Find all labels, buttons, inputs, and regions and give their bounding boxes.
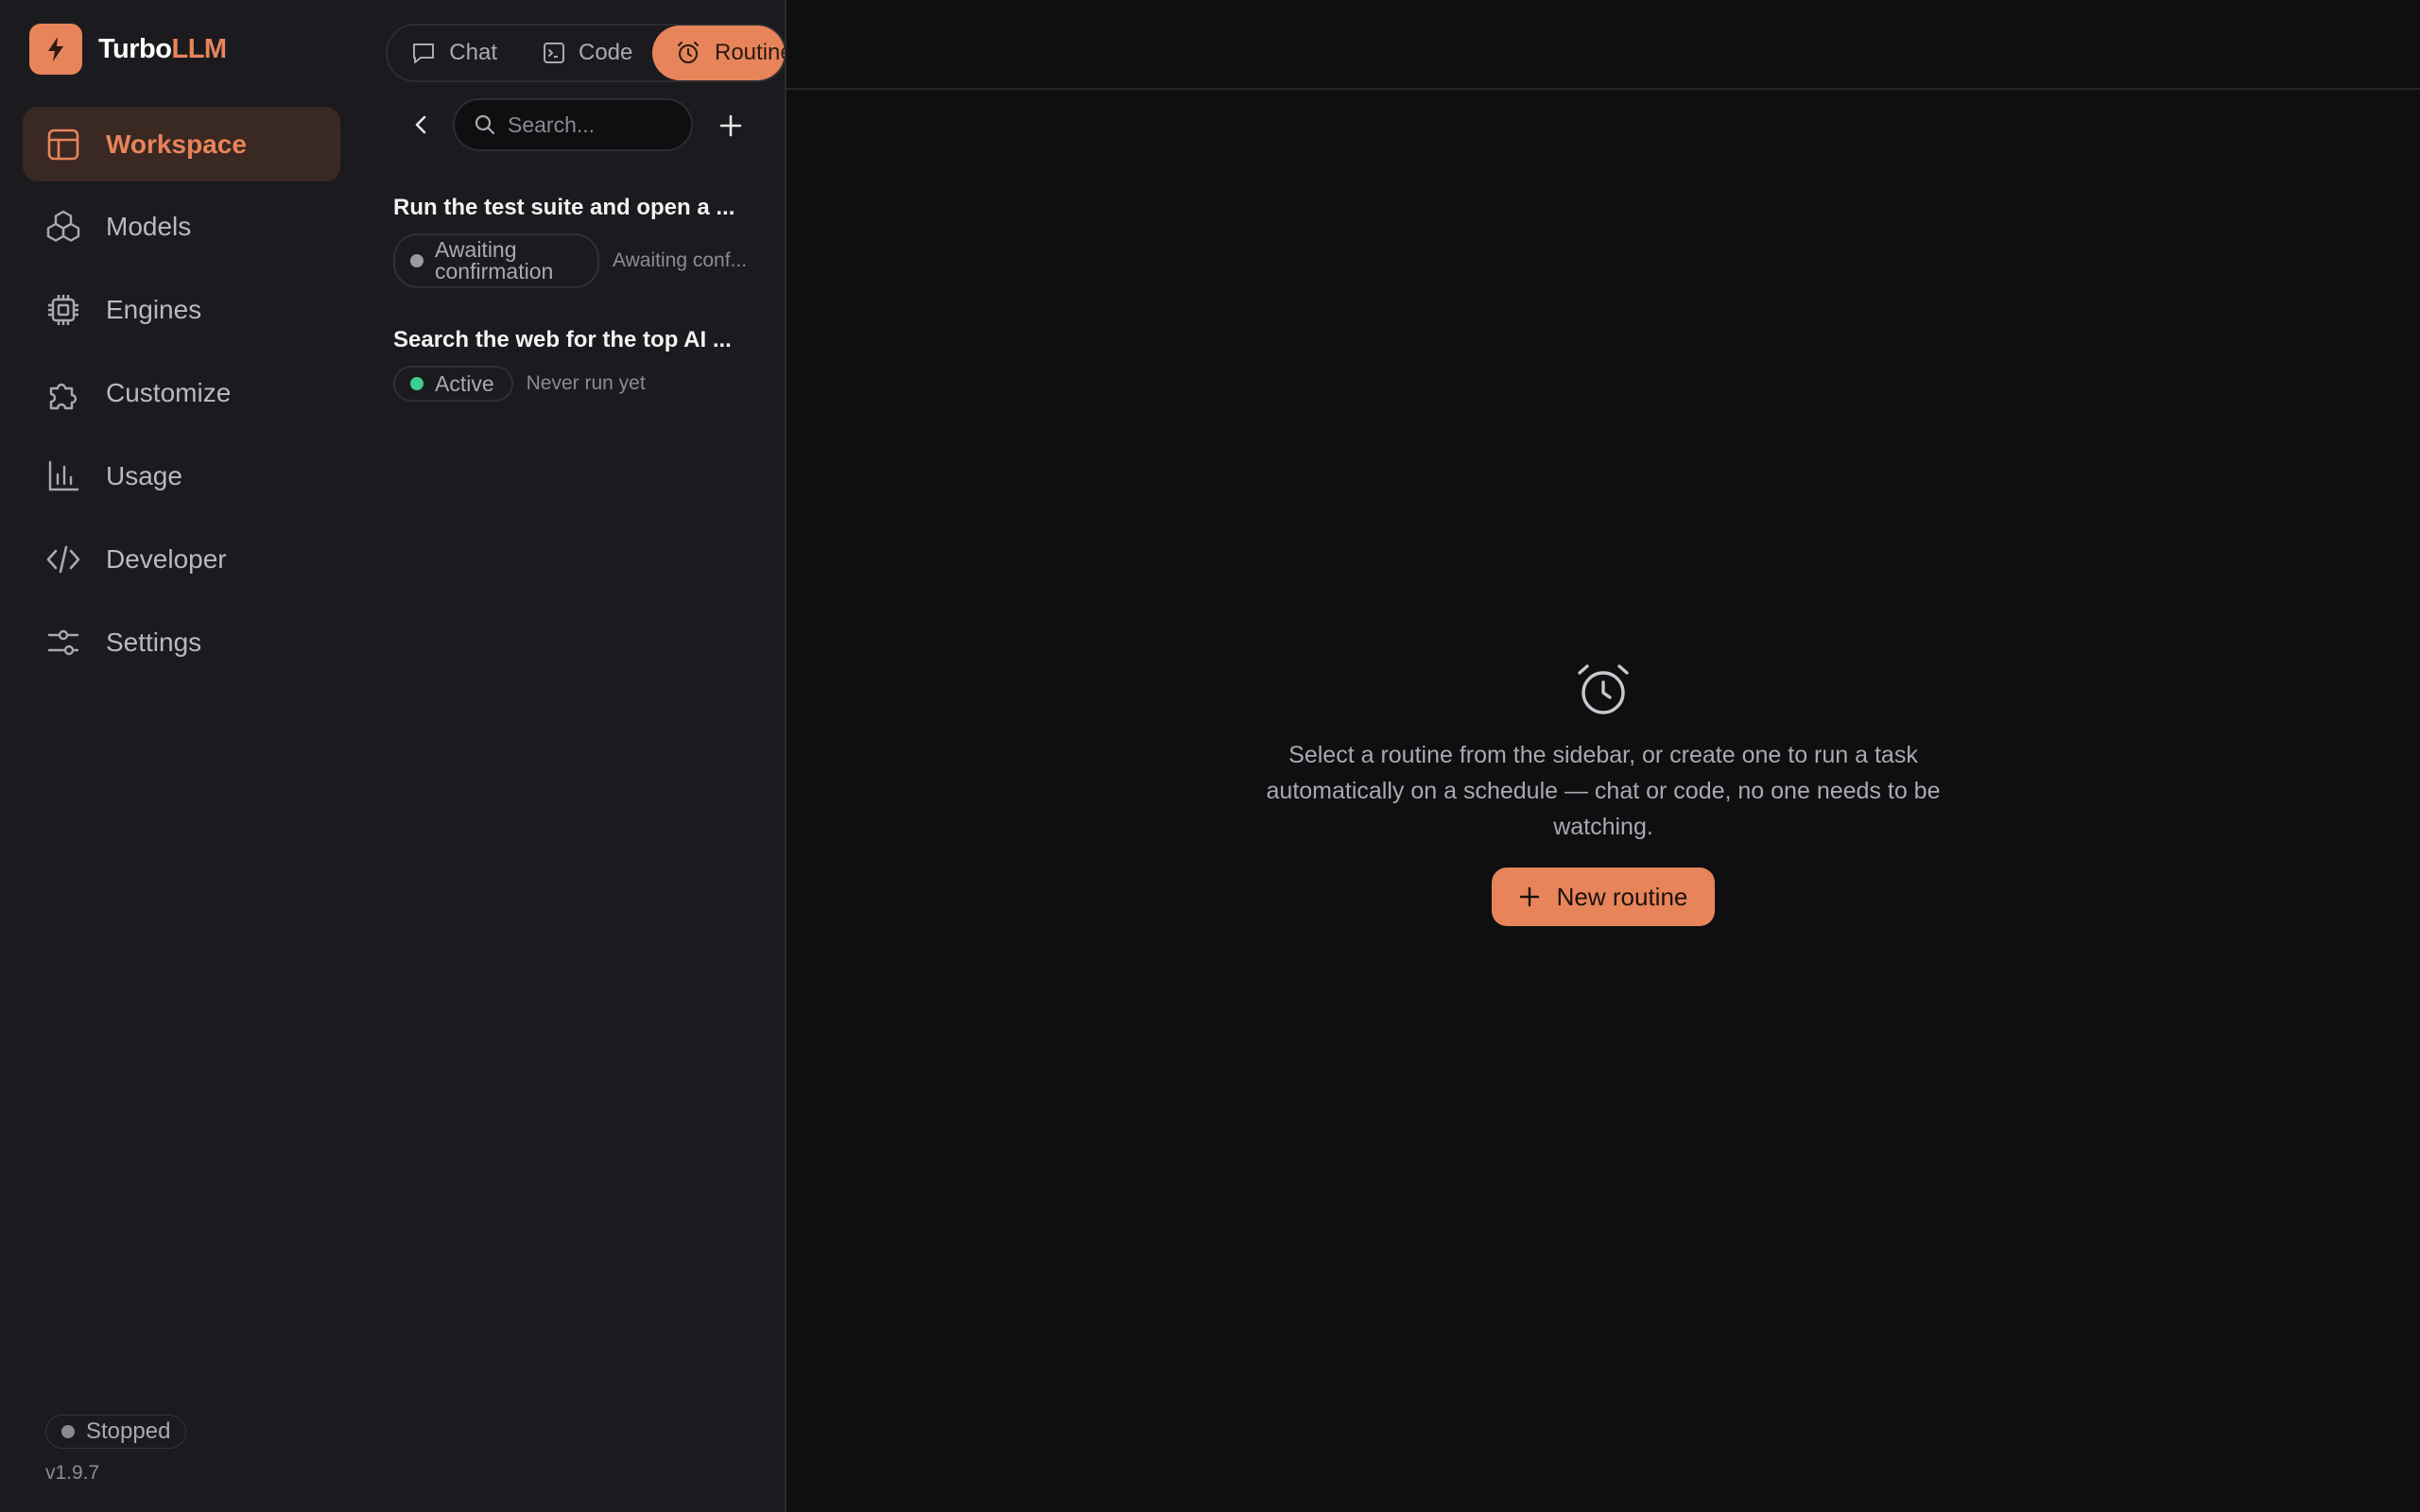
plus-icon xyxy=(1519,886,1540,907)
routine-meta: Awaiting confirmation Awaiting conf... xyxy=(393,233,771,288)
nav-item-developer[interactable]: Developer xyxy=(23,522,340,596)
routine-title: Run the test suite and open a ... xyxy=(393,195,735,220)
tab-routines[interactable]: Routines xyxy=(652,26,785,80)
empty-state-message: Select a routine from the sidebar, or cr… xyxy=(1266,742,1941,840)
routines-sidebar: Chat Code Routines xyxy=(359,0,786,1512)
app-version: v1.9.7 xyxy=(45,1462,100,1484)
nav-label: Engines xyxy=(106,294,202,324)
primary-sidebar: TurboLLM Workspace Models Engines Custom… xyxy=(0,0,359,1512)
status-label: Active xyxy=(435,370,494,396)
status-badge: Active xyxy=(393,366,513,402)
nav-label: Developer xyxy=(106,543,227,574)
tab-label: Code xyxy=(579,40,633,65)
brand[interactable]: TurboLLM xyxy=(29,24,227,75)
tab-label: Routines xyxy=(715,40,785,65)
layout-icon xyxy=(45,127,81,163)
empty-state: Select a routine from the sidebar, or cr… xyxy=(1225,662,1981,926)
chip-icon xyxy=(45,292,81,328)
routine-last-run: Never run yet xyxy=(526,372,646,394)
nav-item-usage[interactable]: Usage xyxy=(23,438,340,513)
code-icon xyxy=(45,541,81,577)
main-header xyxy=(786,0,2420,90)
puzzle-icon xyxy=(45,375,81,411)
nav-label: Models xyxy=(106,211,192,241)
nav-item-customize[interactable]: Customize xyxy=(23,355,340,430)
routine-list-item[interactable]: Run the test suite and open a ... Awaiti… xyxy=(393,195,771,288)
nav-item-models[interactable]: Models xyxy=(23,189,340,264)
nav-item-engines[interactable]: Engines xyxy=(23,272,340,347)
search-input[interactable] xyxy=(508,112,687,138)
chat-bubble-icon xyxy=(410,40,436,66)
routine-list-item[interactable]: Search the web for the top AI ... Active… xyxy=(393,327,771,402)
main-panel: Select a routine from the sidebar, or cr… xyxy=(786,0,2420,1512)
status-label: Awaiting confirmation xyxy=(435,237,554,284)
routine-meta: Active Never run yet xyxy=(393,366,771,402)
new-routine-button[interactable]: New routine xyxy=(1492,868,1715,926)
nav-item-settings[interactable]: Settings xyxy=(23,605,340,679)
status-badge: Awaiting confirmation xyxy=(393,233,599,288)
nav-item-workspace[interactable]: Workspace xyxy=(23,107,340,181)
routine-title: Search the web for the top AI ... xyxy=(393,327,732,352)
search-icon xyxy=(475,114,495,135)
bar-chart-icon xyxy=(45,458,81,494)
sliders-icon xyxy=(45,625,81,661)
search-box[interactable] xyxy=(453,98,693,151)
app-window: TurboLLM Workspace Models Engines Custom… xyxy=(0,0,2420,1512)
add-routine-button[interactable] xyxy=(709,104,752,147)
boxes-icon xyxy=(45,209,81,245)
tab-label: Chat xyxy=(449,40,497,65)
lightning-icon xyxy=(29,24,82,75)
nav-label: Usage xyxy=(106,460,182,490)
plus-icon xyxy=(719,114,742,137)
status-dot-icon xyxy=(410,377,424,390)
brand-name-part2: LLM xyxy=(171,33,228,64)
server-status-label: Stopped xyxy=(86,1418,171,1444)
alarm-clock-icon xyxy=(675,40,701,66)
mode-tabs: Chat Code Routines xyxy=(386,24,785,82)
nav-label: Settings xyxy=(106,627,202,657)
nav-label: Customize xyxy=(106,377,232,407)
alarm-clock-icon xyxy=(1575,662,1632,718)
new-routine-label: New routine xyxy=(1556,882,1688,911)
status-dot-icon xyxy=(61,1425,75,1438)
chevron-left-icon xyxy=(415,115,426,134)
server-status-badge[interactable]: Stopped xyxy=(45,1415,187,1449)
brand-name-part1: Turbo xyxy=(98,33,172,64)
status-dot-icon xyxy=(410,254,424,267)
brand-name: TurboLLM xyxy=(98,34,227,65)
collapse-sidebar-button[interactable] xyxy=(393,106,450,144)
tab-code[interactable]: Code xyxy=(520,26,652,80)
nav-label: Workspace xyxy=(106,129,247,159)
routine-last-run: Awaiting conf... xyxy=(613,249,748,271)
terminal-icon xyxy=(543,40,565,66)
tab-chat[interactable]: Chat xyxy=(388,26,520,80)
